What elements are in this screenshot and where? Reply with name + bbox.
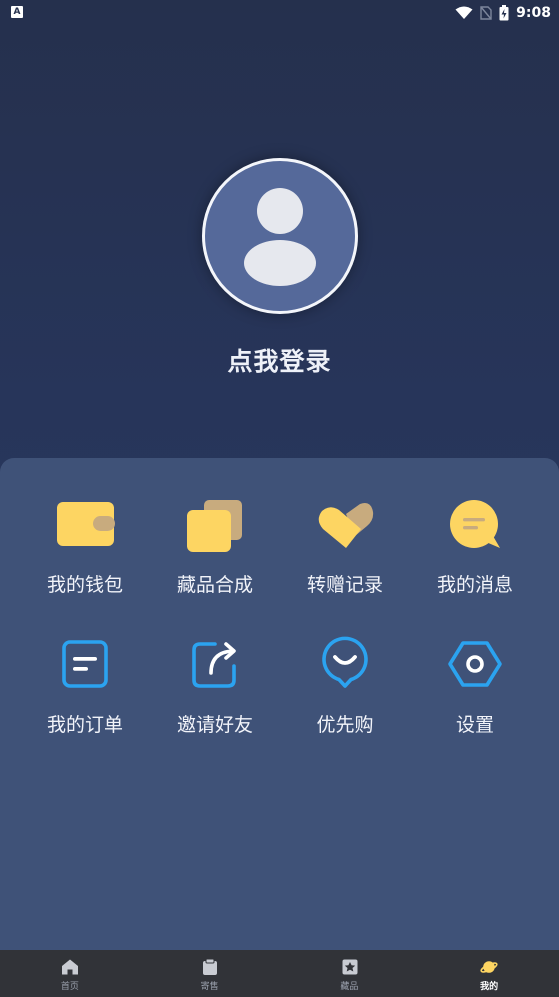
nav-consign[interactable]: 寄售 (140, 950, 280, 997)
nav-mine[interactable]: 我的 (419, 950, 559, 997)
menu-item-label: 藏品合成 (176, 574, 253, 596)
nav-label: 寄售 (200, 982, 219, 992)
menu-item-label: 我的消息 (436, 574, 513, 596)
menu-item-label: 设置 (455, 714, 494, 736)
wifi-icon (455, 6, 473, 19)
menu-grid: 我的钱包 藏品合成 转赠记录 我的消息 我的订单 邀请好友 优先购 设置 (20, 492, 540, 772)
login-prompt[interactable]: 点我登录 (0, 342, 559, 378)
user-placeholder-icon (244, 188, 316, 286)
planet-icon (480, 961, 498, 973)
status-bar: A 9:08 (0, 0, 559, 26)
collection-icon (342, 959, 357, 975)
menu-item-label: 我的订单 (46, 714, 123, 736)
wallet-icon (57, 502, 115, 546)
share-icon (192, 642, 236, 688)
menu-item-priority-buy[interactable]: 优先购 (280, 632, 410, 772)
consign-icon (202, 958, 217, 975)
home-icon (62, 959, 78, 975)
status-icons: 9:08 (455, 3, 551, 23)
message-icon (450, 500, 500, 548)
menu-panel: 我的钱包 藏品合成 转赠记录 我的消息 我的订单 邀请好友 优先购 设置 (0, 458, 559, 950)
menu-item-label: 转赠记录 (306, 574, 383, 596)
menu-item-label: 优先购 (316, 714, 374, 736)
priority-buy-icon (322, 636, 368, 688)
no-sim-icon (480, 6, 492, 20)
heart-transfer-icon (318, 503, 374, 548)
avatar[interactable] (202, 158, 358, 314)
menu-item-messages[interactable]: 我的消息 (410, 492, 540, 632)
menu-item-label: 邀请好友 (176, 714, 253, 736)
menu-item-collection-merge[interactable]: 藏品合成 (150, 492, 280, 632)
collection-merge-icon (187, 500, 242, 552)
clock: 9:08 (516, 5, 551, 21)
menu-item-transfer-records[interactable]: 转赠记录 (280, 492, 410, 632)
order-icon (62, 640, 108, 688)
nav-label: 首页 (60, 982, 79, 992)
bottom-nav: 首页 寄售 藏品 我的 (0, 950, 559, 997)
menu-item-settings[interactable]: 设置 (410, 632, 540, 772)
menu-item-orders[interactable]: 我的订单 (20, 632, 150, 772)
nav-home[interactable]: 首页 (0, 950, 140, 997)
nav-collection[interactable]: 藏品 (280, 950, 420, 997)
menu-item-wallet[interactable]: 我的钱包 (20, 492, 150, 632)
menu-item-invite-friends[interactable]: 邀请好友 (150, 632, 280, 772)
settings-icon (448, 641, 502, 687)
nav-label: 藏品 (340, 982, 359, 992)
battery-icon (499, 5, 509, 21)
menu-item-label: 我的钱包 (46, 574, 123, 596)
notification-a-icon: A (11, 6, 23, 18)
nav-label: 我的 (480, 982, 499, 992)
